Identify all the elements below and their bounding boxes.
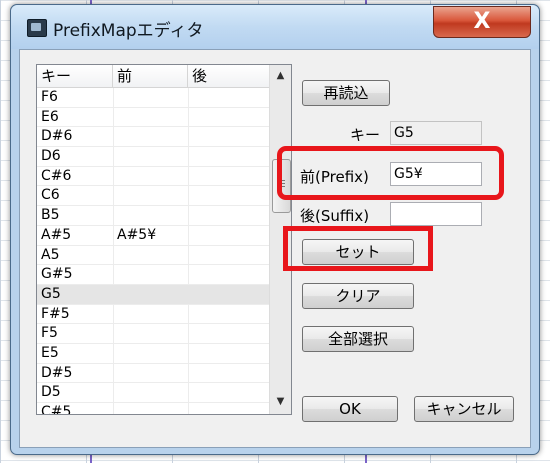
set-highlight-annotation [283,226,433,271]
list-cell-key: E5 [41,344,59,361]
list-cell-suffix [188,246,272,264]
list-cell-suffix [188,167,272,185]
list-cell-prefix [113,403,189,414]
clear-button[interactable]: クリア [302,283,414,309]
list-row[interactable]: F5 [37,324,269,344]
list-cell-suffix [188,88,272,106]
list-cell-suffix [188,364,272,382]
list-cell-key: F6 [41,89,58,105]
select-all-button[interactable]: 全部選択 [302,326,414,352]
list-cell-suffix [188,324,272,342]
list-cell-prefix [113,167,189,185]
list-cell-key: A#5 [41,226,72,243]
list-row[interactable]: D#5 [37,364,269,384]
list-row[interactable]: A#5 A#5¥ [37,226,269,246]
list-cell-suffix [188,108,272,126]
window-title: PrefixMapエディタ [53,21,204,41]
list-cell-key: C#5 [41,404,72,415]
list-cell-key: F#5 [41,305,70,322]
list-row[interactable]: C6 [37,186,272,207]
list-cell-key: G5 [41,285,61,302]
dialog-client-area: キー 前 後 F6 E6 D#6 D6 C#6 C6 B5 A#5 A#5¥ A5 G#5 G5 F#5… [19,49,531,448]
suffix-input[interactable] [390,202,482,226]
cancel-button[interactable]: キャンセル [414,396,514,422]
list-row[interactable]: F6 [37,88,269,108]
list-cell-prefix [113,186,189,204]
list-cell-prefix: A#5¥ [117,226,157,243]
list-cell-prefix [113,383,189,401]
list-row[interactable]: E5 [37,344,269,364]
list-cell-prefix [113,344,189,362]
column-header-key[interactable]: キー [37,65,113,87]
list-header: キー 前 後 [37,65,269,88]
list-cell-key: D6 [41,148,61,165]
list-row[interactable]: E6 [37,108,269,128]
list-row[interactable]: F#5 [37,305,269,325]
list-rows: F6 E6 D#6 D6 C#6 C6 B5 A#5 A#5¥ A5 G#5 G5 F#5 F5 E5 D#5… [37,88,272,415]
list-cell-prefix [113,305,189,323]
list-cell-key: C#6 [41,167,72,184]
app-icon [27,19,47,37]
list-cell-prefix [113,88,189,106]
list-cell-prefix [113,246,189,264]
prefix-map-list[interactable]: キー 前 後 F6 E6 D#6 D6 C#6 C6 B5 A#5 A#5¥ A5 G#5 G5 F#5… [36,64,292,415]
list-cell-prefix [113,364,189,382]
title-bar[interactable]: PrefixMapエディタ X [11,5,539,49]
list-cell-prefix [113,285,189,303]
list-cell-suffix [188,265,272,283]
list-row[interactable]: G#5 [37,265,269,285]
list-row[interactable]: C#6 [37,167,269,187]
list-cell-key: E6 [41,108,59,125]
ok-button[interactable]: OK [302,396,398,422]
list-cell-suffix [188,147,272,165]
list-cell-suffix [188,127,272,145]
list-cell-suffix [188,206,272,224]
list-cell-suffix [188,344,272,362]
list-cell-suffix [188,383,272,401]
list-cell-prefix [113,206,189,224]
scroll-down-arrow-icon[interactable]: ▼ [270,393,291,411]
list-row[interactable]: D6 [37,147,269,167]
list-cell-key: F5 [41,325,58,342]
list-cell-prefix [113,108,189,126]
list-row[interactable]: D5 [37,383,269,403]
list-cell-suffix [188,403,272,414]
list-cell-key: D5 [41,384,61,401]
scroll-up-arrow-icon[interactable]: ▲ [270,67,291,85]
list-cell-key: C6 [41,187,60,204]
list-cell-prefix [113,265,189,283]
list-cell-suffix [188,285,272,303]
list-row[interactable]: B5 [37,206,269,226]
reload-button[interactable]: 再読込 [302,80,390,106]
list-cell-prefix [113,324,189,342]
column-header-prefix[interactable]: 前 [113,65,188,87]
list-row[interactable]: G5 [37,284,272,305]
list-cell-key: B5 [41,207,60,224]
prefixmap-editor-dialog: PrefixMapエディタ X キー 前 後 F6 E6 D#6 D6 C#6 C6 B5 A… [10,4,540,455]
list-cell-suffix [188,186,272,204]
list-row[interactable]: A5 [37,246,269,266]
suffix-label: 後(Suffix) [300,207,370,225]
close-button[interactable]: X [433,6,531,38]
list-cell-key: D#5 [41,364,73,381]
list-cell-key: D#6 [41,128,73,145]
column-header-suffix[interactable]: 後 [188,65,269,87]
list-row[interactable]: D#6 [37,127,272,148]
list-cell-suffix [188,305,272,323]
list-cell-prefix [113,127,189,145]
list-cell-suffix [188,226,272,244]
list-row[interactable]: C#5 [37,403,272,415]
prefix-highlight-annotation [277,146,504,200]
key-label: キー [350,126,381,144]
list-cell-prefix [113,147,189,165]
list-cell-key: G#5 [41,266,73,283]
list-cell-key: A5 [41,246,60,263]
key-field: G5 [390,121,482,145]
